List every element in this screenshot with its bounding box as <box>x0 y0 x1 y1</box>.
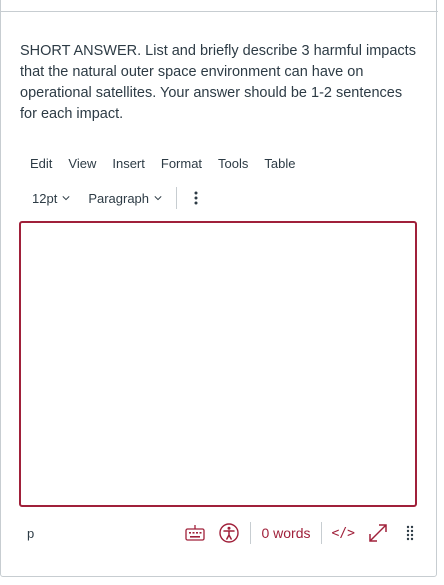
question-text: SHORT ANSWER. List and briefly describe … <box>20 43 416 122</box>
fullscreen-button[interactable] <box>367 522 389 544</box>
kebab-vertical-icon <box>194 191 198 205</box>
resize-grip-icon <box>406 525 414 541</box>
editor-menubar: Edit View Insert Format Tools Table <box>22 154 303 174</box>
accessibility-checker-button[interactable] <box>218 522 240 544</box>
block-format-select[interactable]: Paragraph <box>82 186 168 210</box>
element-path[interactable]: p <box>27 526 184 541</box>
keyboard-shortcuts-button[interactable] <box>184 522 206 544</box>
statusbar-divider <box>320 522 322 544</box>
editor-statusbar: p 0 words </> <box>19 516 417 550</box>
word-count[interactable]: 0 words <box>261 525 310 541</box>
statusbar-divider <box>250 522 252 544</box>
page: SHORT ANSWER. List and briefly describe … <box>0 0 444 585</box>
block-format-value: Paragraph <box>88 190 150 206</box>
menu-view[interactable]: View <box>60 154 104 174</box>
more-options-button[interactable] <box>187 186 205 210</box>
chevron-down-icon <box>154 196 162 201</box>
answer-editor[interactable] <box>19 221 417 507</box>
font-size-select[interactable]: 12pt <box>26 186 76 210</box>
menu-tools[interactable]: Tools <box>210 154 256 174</box>
editor-toolbar: 12pt Paragraph <box>26 186 205 210</box>
menu-edit[interactable]: Edit <box>22 154 60 174</box>
chevron-down-icon <box>62 196 70 201</box>
keyboard-icon <box>185 525 206 541</box>
menu-insert[interactable]: Insert <box>104 154 153 174</box>
menu-table[interactable]: Table <box>256 154 303 174</box>
card-divider <box>1 11 438 12</box>
accessibility-icon <box>219 523 240 543</box>
html-editor-toggle[interactable]: </> <box>332 526 355 541</box>
toolbar-divider <box>176 187 178 209</box>
menu-format[interactable]: Format <box>153 154 210 174</box>
resize-handle[interactable] <box>403 522 417 544</box>
font-size-value: 12pt <box>32 190 58 206</box>
fullscreen-icon <box>369 524 387 542</box>
